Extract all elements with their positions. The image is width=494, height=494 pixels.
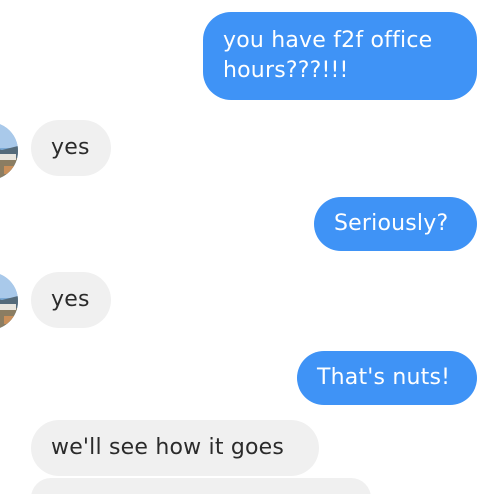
- message-text-line: hours???!!!: [223, 58, 349, 83]
- avatar-photo-icon: [0, 272, 18, 330]
- message-text-line: you have f2f office: [223, 28, 433, 53]
- message-text: That's nuts!: [317, 365, 451, 390]
- incoming-message-bubble[interactable]: yes: [31, 272, 111, 328]
- outgoing-message-bubble[interactable]: That's nuts!: [297, 351, 477, 405]
- incoming-message-bubble-partial[interactable]: [31, 478, 371, 494]
- outgoing-message-bubble[interactable]: you have f2f office hours???!!!: [203, 12, 477, 100]
- incoming-message-bubble[interactable]: yes: [31, 120, 111, 176]
- chat-transcript: you have f2f office hours???!!! yes Seri…: [0, 0, 494, 494]
- outgoing-message-bubble[interactable]: Seriously?: [314, 197, 477, 251]
- contact-avatar[interactable]: [0, 272, 18, 330]
- message-text: we'll see how it goes: [51, 435, 285, 460]
- message-text: yes: [51, 287, 90, 312]
- incoming-message-bubble[interactable]: we'll see how it goes: [31, 420, 319, 476]
- message-text: yes: [51, 135, 90, 160]
- avatar-photo-icon: [0, 122, 18, 180]
- contact-avatar[interactable]: [0, 122, 18, 180]
- message-text: Seriously?: [334, 211, 449, 236]
